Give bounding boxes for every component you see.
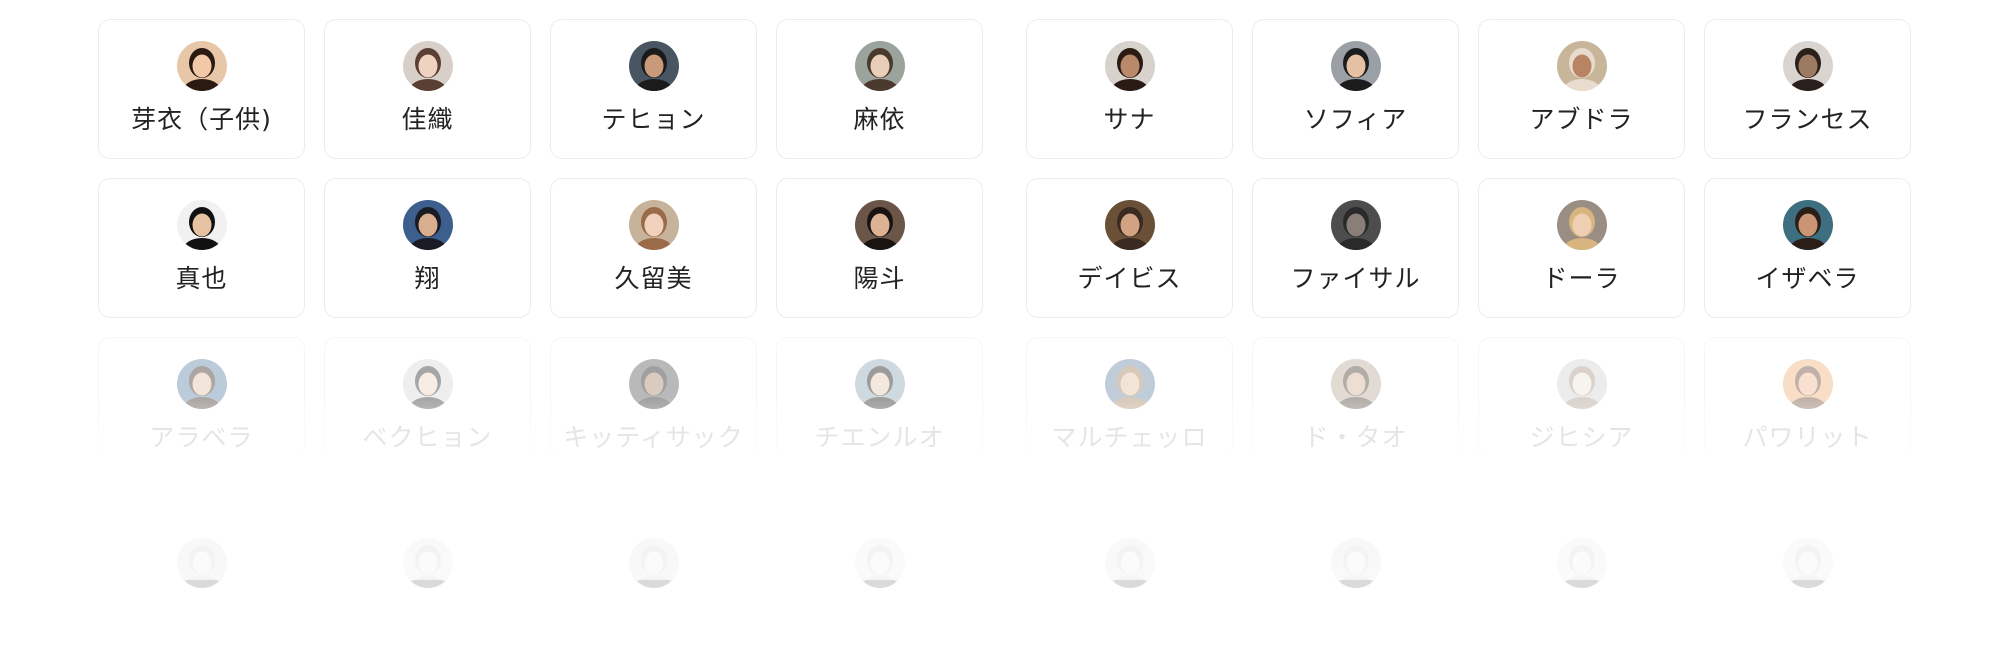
character-row: アラベラ ベクヒョン キッティサック チエンルオ マルチェッロ ド・タオ ジヒシア パワリット <box>0 337 2000 479</box>
character-card[interactable]: マルチェッロ <box>1026 337 1233 457</box>
character-name: テヒョン <box>601 105 706 134</box>
portrait-man-icon <box>1104 359 1155 409</box>
character-card[interactable]: イザベラ <box>1704 178 1911 318</box>
portrait-woman-icon <box>1782 41 1833 91</box>
portrait-man-icon <box>1330 359 1381 409</box>
character-card[interactable]: テヒョン <box>550 19 757 159</box>
portrait-icon <box>402 538 453 588</box>
character-card[interactable]: 翔 <box>324 178 531 318</box>
portrait-man-icon <box>1556 41 1607 91</box>
character-row: 芽衣（子供) 佳織 テヒョン 麻依 サナ ソフィア アブドラ フランセス <box>0 19 2000 161</box>
character-name: ファイサル <box>1290 264 1421 293</box>
portrait-man-glasses-icon <box>1104 200 1155 250</box>
character-name: 翔 <box>414 264 441 293</box>
character-card[interactable]: フランセス <box>1704 19 1911 159</box>
character-card[interactable]: 佳織 <box>324 19 531 159</box>
character-name: ソフィア <box>1303 105 1408 134</box>
character-card[interactable]: ベクヒョン <box>324 337 531 457</box>
character-card[interactable] <box>1252 516 1459 588</box>
character-card[interactable]: デイビス <box>1026 178 1233 318</box>
character-name: 麻依 <box>853 105 906 134</box>
portrait-man-icon <box>628 41 679 91</box>
portrait-man-icon <box>176 200 227 250</box>
character-card[interactable]: 芽衣（子供) <box>98 19 305 159</box>
portrait-woman-icon <box>854 359 905 409</box>
character-name: アブドラ <box>1529 105 1634 134</box>
portrait-woman-icon <box>1556 200 1607 250</box>
portrait-woman-hijab-icon <box>1330 41 1381 91</box>
portrait-woman-icon <box>1104 41 1155 91</box>
character-card[interactable]: アブドラ <box>1478 19 1685 159</box>
character-name: ジヒシア <box>1529 423 1634 452</box>
character-name: デイビス <box>1077 264 1182 293</box>
portrait-woman-icon <box>176 359 227 409</box>
character-card[interactable]: 陽斗 <box>776 178 983 318</box>
character-name: 佳織 <box>401 105 454 134</box>
character-card[interactable]: ファイサル <box>1252 178 1459 318</box>
character-name: ベクヒョン <box>362 423 493 452</box>
portrait-woman-icon <box>628 200 679 250</box>
portrait-icon <box>176 538 227 588</box>
character-card[interactable]: ド・タオ <box>1252 337 1459 457</box>
portrait-woman-icon <box>1556 359 1607 409</box>
portrait-icon <box>1782 538 1833 588</box>
character-card[interactable]: ソフィア <box>1252 19 1459 159</box>
character-name: ドーラ <box>1542 264 1621 293</box>
portrait-man-icon <box>1782 359 1833 409</box>
character-card[interactable] <box>1026 516 1233 588</box>
portrait-woman-icon <box>402 41 453 91</box>
character-card[interactable]: サナ <box>1026 19 1233 159</box>
character-name: マルチェッロ <box>1051 423 1208 452</box>
character-name: パワリット <box>1742 423 1873 452</box>
portrait-man-icon <box>402 200 453 250</box>
character-card[interactable] <box>550 516 757 588</box>
character-card[interactable]: 麻依 <box>776 19 983 159</box>
portrait-icon <box>1556 538 1607 588</box>
character-card[interactable] <box>776 516 983 588</box>
character-card[interactable]: アラベラ <box>98 337 305 457</box>
character-card[interactable]: 久留美 <box>550 178 757 318</box>
character-row: 真也 翔 久留美 陽斗 デイビス ファイサル ドーラ イザベラ <box>0 178 2000 320</box>
character-name: 久留美 <box>614 264 693 293</box>
character-name: ド・タオ <box>1303 423 1408 452</box>
portrait-woman-icon <box>1782 200 1833 250</box>
character-card[interactable] <box>1704 516 1911 588</box>
character-name: 真也 <box>175 264 228 293</box>
character-card[interactable]: ドーラ <box>1478 178 1685 318</box>
character-card[interactable]: チエンルオ <box>776 337 983 457</box>
character-card[interactable] <box>1478 516 1685 588</box>
character-card[interactable] <box>98 516 305 588</box>
portrait-icon <box>628 538 679 588</box>
character-card[interactable]: ジヒシア <box>1478 337 1685 457</box>
character-name: キッティサック <box>563 423 744 452</box>
portrait-man-icon <box>854 200 905 250</box>
character-name: 陽斗 <box>853 264 906 293</box>
character-name: イザベラ <box>1755 264 1860 293</box>
portrait-woman-icon <box>854 41 905 91</box>
portrait-man-icon <box>1330 200 1381 250</box>
portrait-girl-icon <box>176 41 227 91</box>
portrait-icon <box>1330 538 1381 588</box>
portrait-man-icon <box>628 359 679 409</box>
character-name: チエンルオ <box>814 423 945 452</box>
portrait-icon <box>1104 538 1155 588</box>
character-card[interactable] <box>324 516 531 588</box>
portrait-man-icon <box>402 359 453 409</box>
portrait-icon <box>854 538 905 588</box>
character-row <box>0 516 2000 658</box>
character-card[interactable]: パワリット <box>1704 337 1911 457</box>
character-card[interactable]: 真也 <box>98 178 305 318</box>
character-card[interactable]: キッティサック <box>550 337 757 457</box>
character-name: アラベラ <box>149 423 254 452</box>
character-name: サナ <box>1103 105 1156 134</box>
character-name: フランセス <box>1742 105 1873 134</box>
character-name: 芽衣（子供) <box>131 105 272 134</box>
